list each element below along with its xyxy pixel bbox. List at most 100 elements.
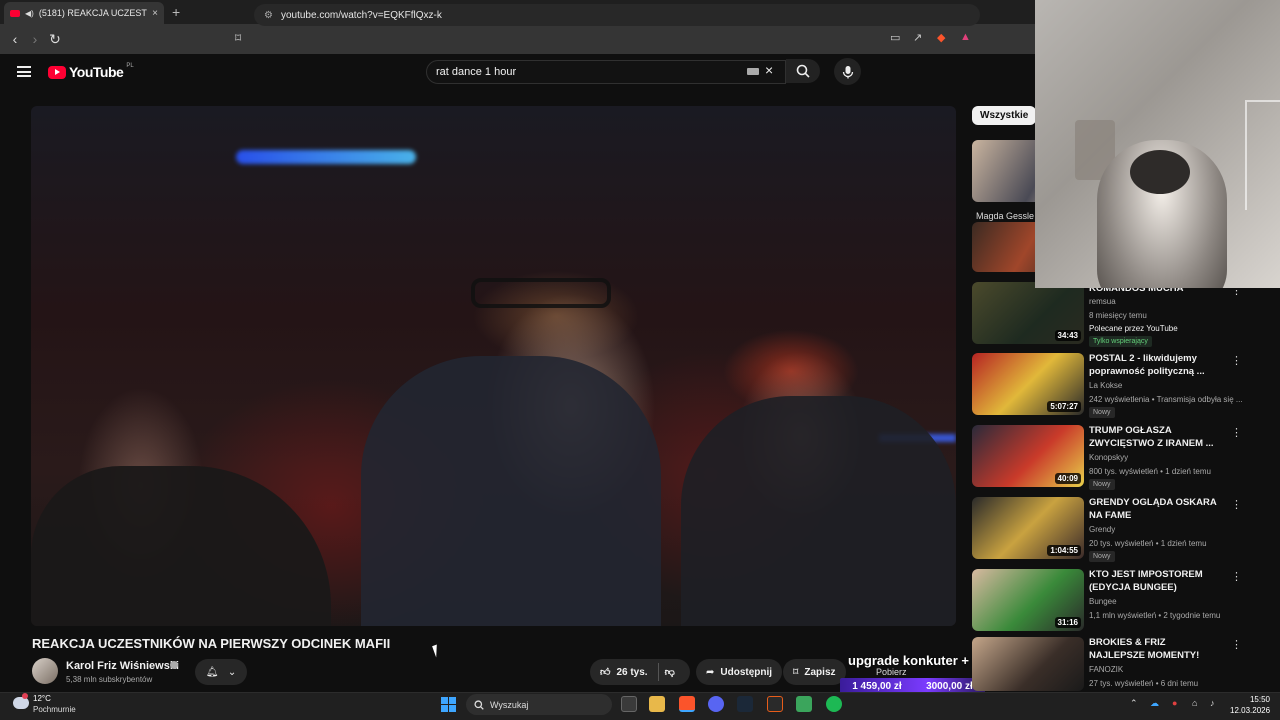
more-options-icon[interactable]: ⋮: [1231, 638, 1242, 651]
site-settings-icon[interactable]: ⚙: [264, 10, 273, 21]
goal-current: 1 459,00 zł: [852, 680, 902, 692]
browser-tab[interactable]: ◀) (5181) REAKCJA UCZESTNIKÓ ×: [4, 2, 164, 24]
share-label: Udostępnij: [720, 666, 773, 678]
microphone-icon: [842, 65, 853, 78]
notifications-button[interactable]: 🔔︎ ⌄: [195, 659, 247, 685]
brave-shields-icon[interactable]: ◆: [937, 31, 945, 44]
tray-chevron-icon[interactable]: ⌃: [1130, 698, 1138, 709]
webcam-overlay: [1035, 0, 1280, 288]
share-icon: ➦: [706, 666, 715, 678]
video-duration: 1:04:55: [1047, 545, 1081, 556]
sidebar-video-title[interactable]: TRUMP OGŁASZA ZWYCIĘSTWO Z IRANEM ...: [1089, 424, 1224, 450]
app-icon[interactable]: [767, 696, 783, 712]
share-page-icon[interactable]: ↗: [913, 31, 922, 44]
task-view-icon[interactable]: [621, 696, 637, 712]
like-count[interactable]: 26 tys.: [616, 667, 647, 678]
new-badge: Nowy: [1089, 479, 1115, 490]
weather-alert-icon: [22, 693, 28, 699]
search-query: rat dance 1 hour: [436, 66, 517, 78]
video-thumbnail[interactable]: 40:09: [972, 425, 1084, 487]
sidebar-video-title[interactable]: BROKIES & FRIZ NAJLEPSZE MOMENTY!: [1089, 636, 1224, 662]
save-button[interactable]: ⌑ Zapisz: [783, 659, 846, 685]
video-thumbnail[interactable]: 31:16: [972, 569, 1084, 631]
sidebar-video-extra: Polecane przez YouTube: [1089, 324, 1178, 333]
video-thumbnail[interactable]: 5:07:27: [972, 353, 1084, 415]
bookmark-save-icon: ⌑: [793, 666, 799, 678]
weather-temperature[interactable]: 12°C: [33, 694, 51, 703]
search-input[interactable]: rat dance 1 hour: [426, 60, 786, 84]
sidebar-partial-title[interactable]: Magda Gessle: [976, 211, 1034, 221]
neon-light: [236, 150, 416, 164]
keyboard-icon[interactable]: [747, 68, 759, 75]
microphone-tray-icon[interactable]: ●: [1172, 698, 1177, 708]
reload-icon[interactable]: ↻: [45, 31, 65, 48]
youtube-logo[interactable]: YouTube PL: [48, 63, 134, 80]
sidebar-video-title[interactable]: GRENDY OGLĄDA OSKARA NA FAME: [1089, 496, 1224, 522]
download-button[interactable]: Pobierz: [876, 667, 907, 677]
rat-head: [1130, 150, 1190, 194]
sidebar-video-channel[interactable]: Konopskyy: [1089, 453, 1128, 462]
sidebar-video-title[interactable]: POSTAL 2 - likwidujemy poprawność polity…: [1089, 352, 1224, 378]
channel-name[interactable]: Karol Friz Wiśniewski: [66, 660, 179, 672]
tray-app-icon[interactable]: ☁: [1150, 698, 1159, 709]
video-thumbnail[interactable]: [972, 637, 1084, 691]
address-bar[interactable]: ⚙ youtube.com/watch?v=EQKFflQxz-k: [254, 4, 980, 26]
tab-close-icon[interactable]: ×: [152, 8, 158, 19]
chevron-down-icon: ⌄: [227, 666, 237, 678]
clear-search-icon[interactable]: ×: [765, 62, 773, 78]
share-button[interactable]: ➦ Udostępnij: [696, 659, 783, 685]
cast-icon[interactable]: ▭: [890, 31, 900, 44]
more-options-icon[interactable]: ⋮: [1231, 354, 1242, 367]
browser-toolbar: ‹ › ↻: [0, 24, 1035, 54]
app-icon[interactable]: [796, 696, 812, 712]
video-frame-figure: [681, 396, 956, 626]
sidebar-video-title[interactable]: KTO JEST IMPOSTOREM (EDYCJA BUNGEE): [1089, 568, 1224, 594]
sidebar-video-meta: 27 tys. wyświetleń • 6 dni temu: [1089, 679, 1199, 688]
video-thumbnail[interactable]: 1:04:55: [972, 497, 1084, 559]
more-options-icon[interactable]: ⋮: [1231, 426, 1242, 439]
file-explorer-icon[interactable]: [649, 696, 665, 712]
like-icon[interactable]: 👍︎: [600, 666, 610, 678]
video-thumbnail[interactable]: 34:43: [972, 282, 1084, 344]
volume-icon[interactable]: ♪: [1210, 698, 1215, 708]
like-dislike-group: 👍︎ 26 tys. 👎︎: [590, 659, 690, 685]
weather-condition[interactable]: Pochmurnie: [33, 705, 76, 714]
bookmark-icon[interactable]: ⌑: [235, 31, 241, 45]
steam-icon[interactable]: [737, 696, 753, 712]
new-badge: Nowy: [1089, 407, 1115, 418]
channel-avatar[interactable]: [32, 658, 58, 684]
voice-search-button[interactable]: [834, 58, 861, 85]
windows-taskbar: [0, 692, 1280, 720]
discord-icon[interactable]: [708, 696, 724, 712]
back-icon[interactable]: ‹: [5, 31, 25, 47]
brave-browser-icon[interactable]: [679, 696, 695, 712]
dislike-icon[interactable]: 👎︎: [665, 666, 675, 678]
cloud-icon[interactable]: [13, 697, 29, 709]
goal-target: 3000,00 zł: [926, 680, 973, 692]
taskbar-clock[interactable]: 15:50 12.03.2026: [1230, 694, 1270, 716]
sidebar-video-channel[interactable]: remsua: [1089, 297, 1116, 306]
video-duration: 31:16: [1054, 617, 1081, 628]
sidebar-video-meta: 242 wyświetlenia • Transmisja odbyła się…: [1089, 395, 1243, 404]
sidebar-video-channel[interactable]: FANOZIK: [1089, 665, 1123, 674]
video-frame-figure: [361, 356, 661, 626]
sidebar-video-channel[interactable]: La Kokse: [1089, 381, 1122, 390]
more-options-icon[interactable]: ⋮: [1231, 570, 1242, 583]
taskbar-search[interactable]: Wyszukaj: [466, 694, 612, 715]
audio-playing-icon[interactable]: ◀): [25, 9, 34, 18]
sidebar-video-meta: 8 miesięcy temu: [1089, 311, 1147, 320]
network-icon[interactable]: ⌂: [1192, 698, 1197, 708]
video-player[interactable]: [31, 106, 956, 626]
forward-icon[interactable]: ›: [25, 31, 45, 47]
spotify-icon[interactable]: [826, 696, 842, 712]
sidebar-video-channel[interactable]: Grendy: [1089, 525, 1115, 534]
menu-icon[interactable]: [17, 66, 31, 77]
filter-chip-all[interactable]: Wszystkie: [972, 106, 1037, 125]
video-duration: 40:09: [1054, 473, 1081, 484]
sidebar-video-channel[interactable]: Bungee: [1089, 597, 1117, 606]
new-tab-button[interactable]: +: [172, 4, 180, 20]
more-options-icon[interactable]: ⋮: [1231, 498, 1242, 511]
windows-start-icon[interactable]: [441, 697, 456, 712]
search-button[interactable]: [786, 59, 820, 83]
brave-rewards-icon[interactable]: ▲: [960, 31, 971, 43]
